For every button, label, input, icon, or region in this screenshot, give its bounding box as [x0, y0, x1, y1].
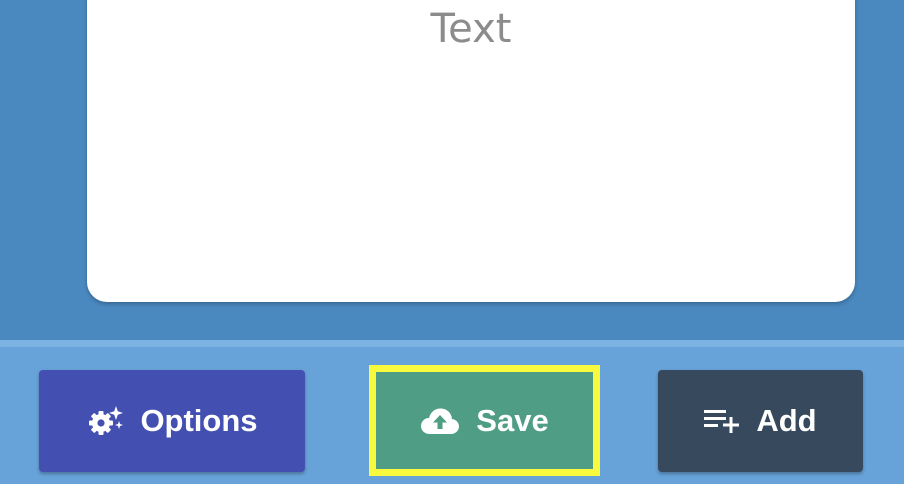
save-label: Save	[476, 402, 549, 438]
save-button[interactable]: Save	[369, 365, 600, 476]
text-card: Text	[87, 0, 855, 302]
card-text: Text	[430, 6, 512, 52]
options-label: Options	[140, 403, 258, 438]
playlist-add-icon	[704, 408, 740, 434]
cloud-upload-icon	[420, 407, 460, 435]
content-area: Text	[0, 0, 904, 340]
add-label: Add	[756, 403, 817, 438]
gear-sparkle-icon	[86, 404, 124, 438]
options-button[interactable]: Options	[39, 370, 305, 472]
add-button[interactable]: Add	[658, 370, 863, 472]
